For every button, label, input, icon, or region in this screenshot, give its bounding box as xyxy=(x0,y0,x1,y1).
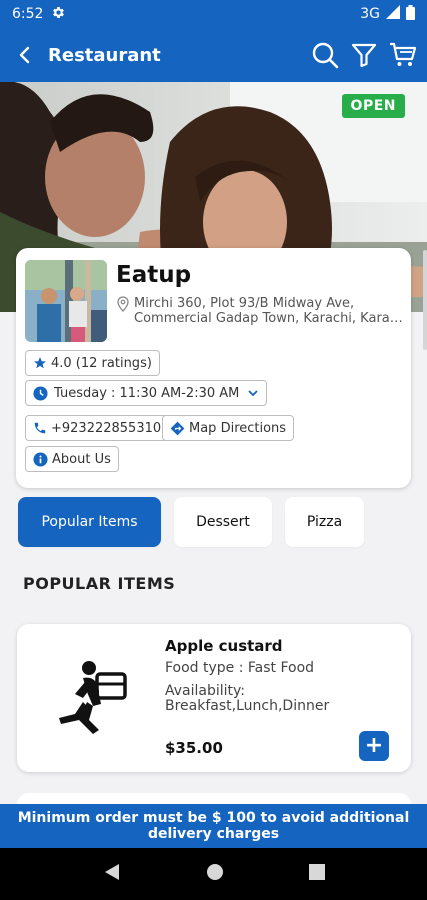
restaurant-name: Eatup xyxy=(116,262,192,288)
signal-icon xyxy=(386,5,400,23)
item-availability: Breakfast,Lunch,Dinner xyxy=(165,698,330,714)
add-to-cart-button[interactable]: + xyxy=(359,731,389,761)
nav-back-icon[interactable] xyxy=(103,863,121,885)
section-title: POPULAR ITEMS xyxy=(23,574,176,593)
restaurant-thumbnail xyxy=(25,260,107,342)
restaurant-info-card: Eatup Mirchi 360, Plot 93/B Midway Ave, … xyxy=(16,248,411,488)
about-text: About Us xyxy=(52,451,111,467)
network-label: 3G xyxy=(360,6,380,22)
rating-chip[interactable]: 4.0 (12 ratings) xyxy=(25,350,160,376)
restaurant-address: Mirchi 360, Plot 93/B Midway Ave, Commer… xyxy=(116,296,408,326)
tab-pizza[interactable]: Pizza xyxy=(285,497,364,547)
nav-recents-icon[interactable] xyxy=(308,864,325,884)
cart-icon[interactable] xyxy=(389,41,417,69)
back-arrow-icon[interactable] xyxy=(10,40,40,70)
rating-text: 4.0 (12 ratings) xyxy=(51,355,152,371)
page-title: Restaurant xyxy=(48,44,161,66)
open-status-badge: OPEN xyxy=(341,94,405,118)
settings-icon xyxy=(51,5,66,24)
info-icon xyxy=(33,451,48,467)
address-text: Mirchi 360, Plot 93/B Midway Ave, Commer… xyxy=(134,296,403,326)
directions-icon xyxy=(170,421,185,436)
battery-icon xyxy=(406,4,415,24)
hours-text: Tuesday : 11:30 AM-2:30 AM xyxy=(54,385,240,401)
filter-icon[interactable] xyxy=(351,42,377,68)
delivery-person-icon xyxy=(53,658,133,738)
item-price: $35.00 xyxy=(165,739,223,757)
scrollbar[interactable] xyxy=(423,250,427,350)
item-food-type: Food type : Fast Food xyxy=(165,660,315,676)
location-pin-icon xyxy=(116,296,130,326)
clock-icon xyxy=(33,385,48,401)
minimum-order-banner: Minimum order must be $ 100 to avoid add… xyxy=(0,804,427,848)
phone-text: +923222855310 xyxy=(51,420,162,436)
hours-dropdown[interactable]: Tuesday : 11:30 AM-2:30 AM xyxy=(25,380,267,406)
tab-dessert[interactable]: Dessert xyxy=(174,497,272,547)
chevron-down-icon xyxy=(247,387,259,399)
status-bar: 6:52 3G xyxy=(0,0,427,28)
item-availability-label: Availability: xyxy=(165,683,246,699)
system-navigation-bar xyxy=(0,848,427,900)
phone-chip[interactable]: +923222855310 xyxy=(25,415,170,441)
nav-home-icon[interactable] xyxy=(206,863,224,885)
about-us-button[interactable]: About Us xyxy=(25,446,119,472)
tab-popular-items[interactable]: Popular Items xyxy=(18,497,161,547)
menu-item-card[interactable]: Apple custard Food type : Fast Food Avai… xyxy=(17,624,411,772)
phone-icon xyxy=(33,421,47,435)
item-name: Apple custard xyxy=(165,637,283,655)
status-time: 6:52 xyxy=(12,6,44,22)
directions-text: Map Directions xyxy=(189,420,287,436)
app-bar: Restaurant xyxy=(0,28,427,82)
star-icon xyxy=(33,356,47,370)
search-icon[interactable] xyxy=(311,41,339,69)
map-directions-button[interactable]: Map Directions xyxy=(162,415,295,441)
